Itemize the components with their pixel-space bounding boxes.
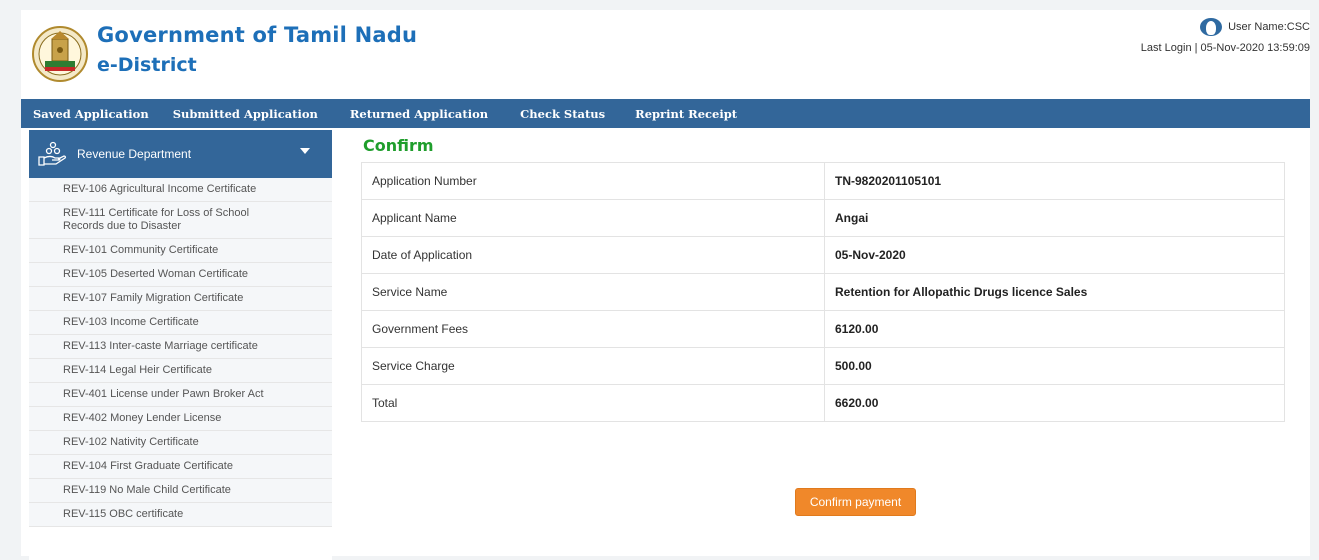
table-row: Government Fees 6120.00 [361,310,1285,348]
caret-down-icon[interactable] [300,148,310,154]
row-label: Government Fees [361,310,825,348]
hand-coins-icon [37,141,67,167]
service-item[interactable]: REV-111 Certificate for Loss of School R… [29,202,332,239]
table-row: Total 6620.00 [361,384,1285,422]
tamil-nadu-emblem-icon [31,25,89,83]
row-label: Date of Application [361,236,825,274]
row-value: TN-9820201105101 [824,162,1285,200]
row-label: Service Charge [361,347,825,385]
service-item[interactable]: REV-113 Inter-caste Marriage certificate [29,335,332,359]
confirm-table: Application Number TN-9820201105101 Appl… [361,162,1285,422]
nav-saved-application[interactable]: Saved Application [33,107,149,121]
brand-title: Government of Tamil Nadu [97,23,418,47]
last-login-label: Last Login | 05-Nov-2020 13:59:09 [1140,42,1310,54]
header: Government of Tamil Nadu e-District User… [21,10,1310,99]
service-list: REV-106 Agricultural Income Certificate … [29,178,332,527]
top-nav: Saved Application Submitted Application … [21,99,1310,128]
confirm-title: Confirm [363,136,434,155]
table-row: Service Charge 500.00 [361,347,1285,385]
row-label: Application Number [361,162,825,200]
service-item[interactable]: REV-119 No Male Child Certificate [29,479,332,503]
row-label: Service Name [361,273,825,311]
service-item[interactable]: REV-103 Income Certificate [29,311,332,335]
confirm-payment-button[interactable]: Confirm payment [794,488,917,516]
page: Government of Tamil Nadu e-District User… [21,10,1310,560]
sidebar: Revenue Department REV-106 Agricultural … [29,130,332,560]
nav-check-status[interactable]: Check Status [520,107,605,121]
department-label: Revenue Department [77,147,192,161]
table-row: Application Number TN-9820201105101 [361,162,1285,200]
department-header[interactable]: Revenue Department [29,130,332,178]
row-label: Applicant Name [361,199,825,237]
row-value: 6620.00 [824,384,1285,422]
row-label: Total [361,384,825,422]
row-value: 500.00 [824,347,1285,385]
service-item[interactable]: REV-402 Money Lender License [29,407,332,431]
nav-reprint-receipt[interactable]: Reprint Receipt [635,107,737,121]
service-item[interactable]: REV-105 Deserted Woman Certificate [29,263,332,287]
table-row: Applicant Name Angai [361,199,1285,237]
service-item[interactable]: REV-114 Legal Heir Certificate [29,359,332,383]
button-wrap: Confirm payment [361,488,1285,516]
row-value: Retention for Allopathic Drugs licence S… [824,273,1285,311]
user-info: User Name:CSC Last Login | 05-Nov-2020 1… [1141,18,1310,54]
service-item[interactable]: REV-401 License under Pawn Broker Act [29,383,332,407]
service-item[interactable]: REV-107 Family Migration Certificate [29,287,332,311]
service-item[interactable]: REV-115 OBC certificate [29,503,332,527]
service-item[interactable]: REV-102 Nativity Certificate [29,431,332,455]
service-item[interactable]: REV-101 Community Certificate [29,239,332,263]
table-row: Date of Application 05-Nov-2020 [361,236,1285,274]
table-row: Service Name Retention for Allopathic Dr… [361,273,1285,311]
main-content: Confirm Application Number TN-9820201105… [361,132,1285,516]
user-avatar-icon[interactable] [1200,18,1223,36]
brand-subtitle: e-District [97,54,197,76]
service-item[interactable]: REV-106 Agricultural Income Certificate [29,178,332,202]
nav-returned-application[interactable]: Returned Application [350,107,488,121]
user-name-label: User Name:CSC [1228,21,1310,33]
row-value: 6120.00 [824,310,1285,348]
service-item[interactable]: REV-104 First Graduate Certificate [29,455,332,479]
nav-submitted-application[interactable]: Submitted Application [173,107,318,121]
row-value: 05-Nov-2020 [824,236,1285,274]
row-value: Angai [824,199,1285,237]
